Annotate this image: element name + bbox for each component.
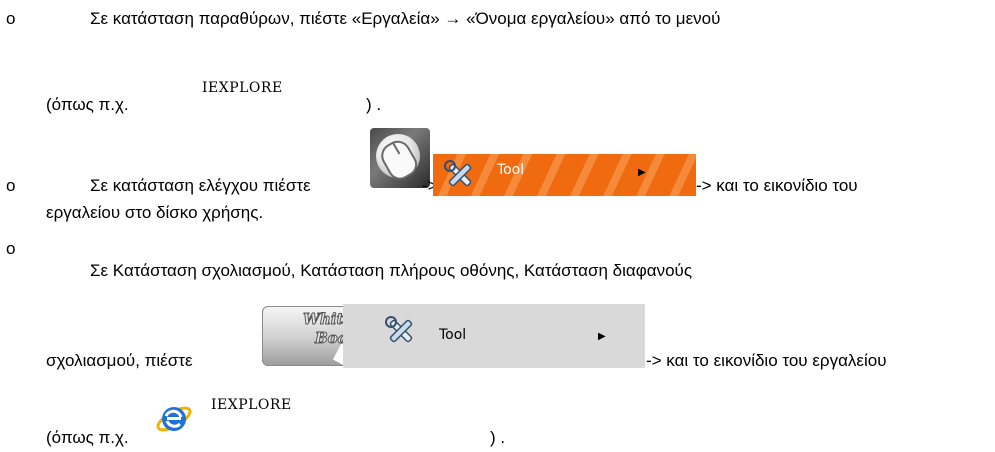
bullet-3: o bbox=[6, 239, 16, 258]
item-3-example-text: IEXPLORE bbox=[211, 397, 292, 413]
submenu-arrow-icon: ▶ bbox=[638, 167, 646, 178]
item-3-line-1: Σε Κατάσταση σχολιασμού, Κατάσταση πλήρο… bbox=[90, 261, 693, 280]
bullet-1: o bbox=[6, 9, 16, 28]
item-2-line-1-prefix: Σε κατάσταση ελέγχου πιέστε bbox=[90, 176, 311, 195]
tool-label: Tool bbox=[439, 327, 467, 343]
item-1-example-text: IEXPLORE bbox=[202, 80, 283, 96]
tool-label: Tool bbox=[497, 162, 525, 178]
iexplore-tool-entry[interactable]: IEXPLORE bbox=[150, 393, 490, 450]
tools-icon bbox=[385, 316, 413, 343]
item-3-example-suffix: ) . bbox=[490, 428, 506, 447]
submenu-arrow-icon: ▶ bbox=[598, 331, 606, 342]
item-1-example-suffix: ) . bbox=[366, 95, 382, 114]
item-3-example-prefix: (όπως π.χ. bbox=[46, 428, 129, 447]
item-1-example-prefix: (όπως π.χ. bbox=[46, 95, 129, 114]
item-2-line-2: εργαλείου στο δίσκο χρήσης. bbox=[46, 203, 264, 222]
item-3-line-2-prefix: σχολιασμού, πιέστε bbox=[46, 351, 193, 370]
tool-menu-item-gray[interactable]: Tool ▶ bbox=[343, 304, 645, 368]
item-1-line-1: Σε κατάσταση παραθύρων, πιέστε «Εργαλεία… bbox=[90, 9, 721, 28]
item-2-arrow-2: -> και το εικονίδιο του bbox=[696, 176, 858, 195]
internet-explorer-icon bbox=[156, 406, 192, 432]
tools-icon bbox=[444, 160, 472, 187]
item-3-arrow-2: -> και το εικονίδιο του εργαλείου bbox=[646, 351, 887, 370]
mouse-control-icon[interactable] bbox=[370, 128, 430, 188]
tool-menu-item-orange[interactable]: Tool ▶ bbox=[433, 154, 696, 196]
bullet-2: o bbox=[6, 176, 16, 195]
